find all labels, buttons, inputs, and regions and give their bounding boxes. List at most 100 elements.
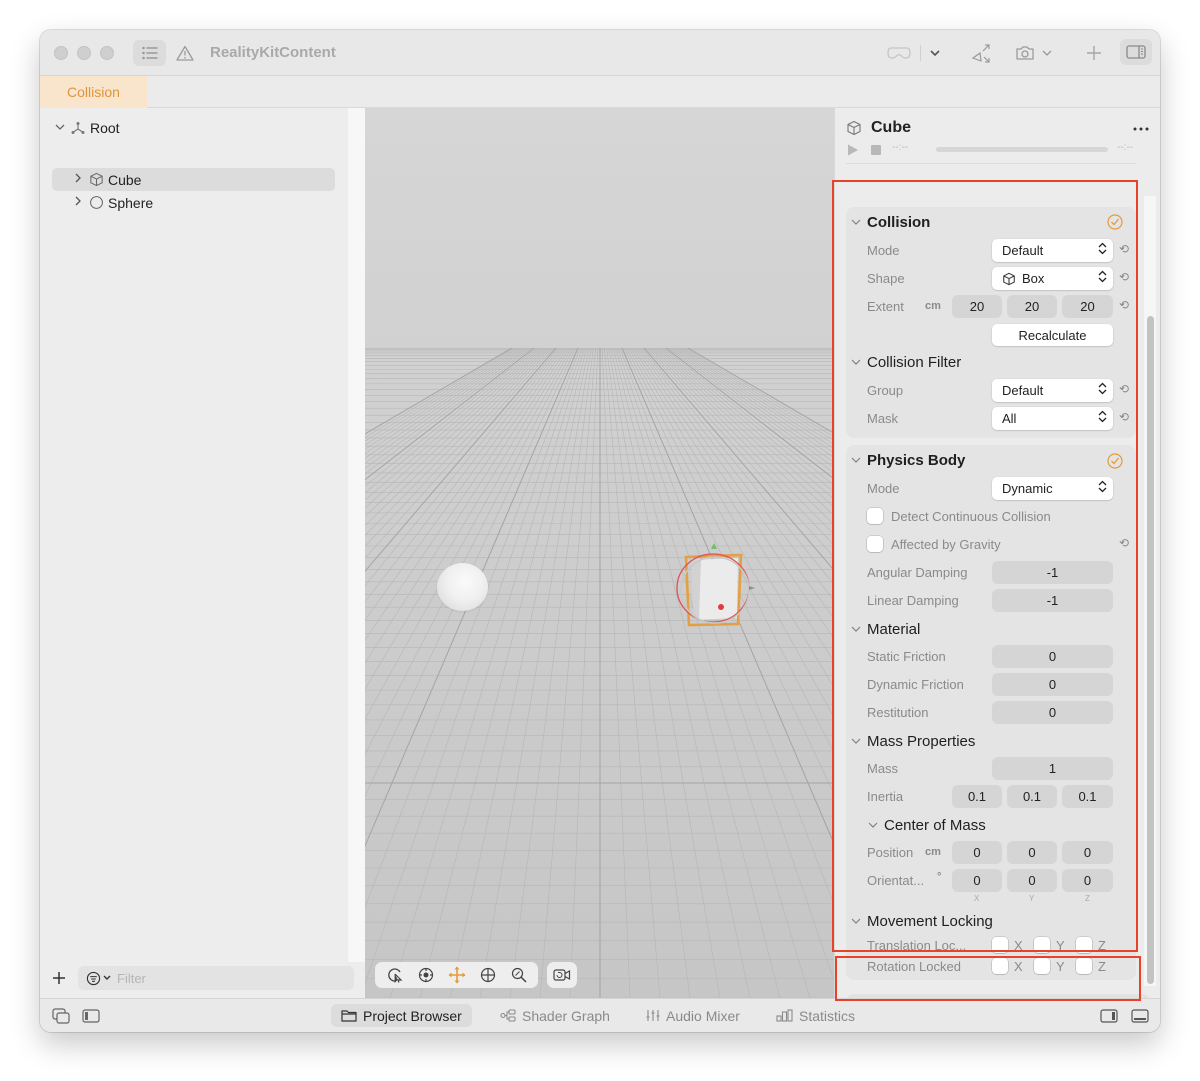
close-window-button[interactable] [54,46,68,60]
transform-button[interactable] [968,40,994,66]
dynamic-friction-field[interactable]: 0 [992,673,1113,696]
filter-options-button[interactable] [86,971,111,986]
scene-viewport[interactable] [365,108,834,998]
tree-item-sphere[interactable]: Sphere [52,191,335,214]
revert-icon[interactable]: ⟲ [1119,270,1129,284]
enabled-check-icon[interactable] [1107,453,1123,469]
revert-icon[interactable]: ⟲ [1119,298,1129,312]
reset-camera-button[interactable] [547,963,577,987]
up-down-chevron-icon [1098,382,1107,395]
select-tool-button[interactable] [379,963,410,987]
collision-mode-popup[interactable]: Default [992,239,1113,262]
warning-button[interactable] [174,42,196,64]
tab-collision[interactable]: Collision [40,76,147,108]
rotation-lock-z-checkbox[interactable] [1076,958,1092,974]
grid-line [661,347,834,493]
position-y-field[interactable]: 0 [1007,841,1057,864]
orientation-y-field[interactable]: 0 [1007,869,1057,892]
revert-icon[interactable]: ⟲ [1119,536,1129,550]
extent-z-field[interactable]: 20 [1062,295,1113,318]
inspector-scrollbar-thumb[interactable] [1147,316,1154,984]
tab-shader-graph[interactable]: Shader Graph [490,1004,620,1027]
zoom-tool-button[interactable] [503,963,534,987]
destination-menu-button[interactable] [927,43,943,63]
position-z-field[interactable]: 0 [1062,841,1113,864]
rotation-lock-x-checkbox[interactable] [992,958,1008,974]
tree-item-root[interactable]: Root [54,116,334,139]
inertia-y-field[interactable]: 0.1 [1007,785,1057,808]
tab-project-browser[interactable]: Project Browser [331,1004,472,1027]
rotation-lock-y-checkbox[interactable] [1034,958,1050,974]
inspector-toggle-button[interactable] [1120,39,1152,65]
left-panel-toggle-button[interactable] [82,1009,100,1026]
angular-damping-field[interactable]: -1 [992,561,1113,584]
orbit-tool-button[interactable] [410,963,441,987]
windows-button[interactable] [52,1008,70,1027]
right-panel-toggle-button[interactable] [1100,1009,1118,1026]
more-options-button[interactable] [1133,118,1149,136]
bottom-panel-toggle-button[interactable] [1131,1009,1149,1026]
translation-lock-z-checkbox[interactable] [1076,937,1092,953]
chevron-down-icon[interactable] [851,918,861,925]
revert-icon[interactable]: ⟲ [1119,242,1129,256]
chevron-down-icon[interactable] [851,738,861,745]
snapshot-button[interactable] [1013,41,1037,65]
revert-icon[interactable]: ⟲ [1119,410,1129,424]
minimize-window-button[interactable] [77,46,91,60]
move-tool-button[interactable] [441,963,472,987]
translation-lock-y-checkbox[interactable] [1034,937,1050,953]
rotate-tool-button[interactable] [472,963,503,987]
tree-item-cube[interactable]: Cube [52,168,335,191]
static-friction-field[interactable]: 0 [992,645,1113,668]
filter-input[interactable] [117,970,317,986]
collision-shape-popup[interactable]: Box [992,267,1113,290]
physics-mode-popup[interactable]: Dynamic [992,477,1113,500]
statistics-icon [776,1009,793,1022]
snapshot-menu-button[interactable] [1040,43,1054,63]
orientation-unit: ° [937,871,942,883]
destination-button[interactable] [885,42,913,64]
detect-continuous-collision-checkbox[interactable] [867,508,883,524]
orientation-x-field[interactable]: 0 [952,869,1002,892]
inertia-z-field[interactable]: 0.1 [1062,785,1113,808]
position-label: Position [867,845,914,860]
sidebar-toggle-button[interactable] [133,40,166,66]
grid-line [610,347,751,998]
position-x-field[interactable]: 0 [952,841,1002,864]
chevron-down-icon[interactable] [851,457,861,464]
zoom-window-button[interactable] [100,46,114,60]
chevron-down-icon[interactable] [54,122,66,134]
timeline-scrubber[interactable] [936,147,1108,152]
inertia-x-field[interactable]: 0.1 [952,785,1002,808]
play-icon[interactable] [847,144,859,156]
stop-icon[interactable] [871,145,881,155]
transform-icon [971,44,990,63]
add-button[interactable] [1083,42,1105,64]
chevron-down-icon[interactable] [868,822,878,829]
tab-statistics[interactable]: Statistics [766,1004,865,1027]
chevron-right-icon[interactable] [72,173,84,186]
extent-y-field[interactable]: 20 [1007,295,1057,318]
sidebar-divider[interactable] [348,108,365,998]
chevron-right-icon[interactable] [72,196,84,209]
tab-audio-mixer[interactable]: Audio Mixer [636,1004,750,1027]
cube-entity[interactable] [665,538,775,638]
linear-damping-field[interactable]: -1 [992,589,1113,612]
chevron-down-icon [103,975,111,980]
sphere-entity[interactable] [437,563,488,611]
revert-icon[interactable]: ⟲ [1119,382,1129,396]
chevron-down-icon[interactable] [851,359,861,366]
recalculate-button[interactable]: Recalculate [992,324,1113,346]
chevron-down-icon[interactable] [851,219,861,226]
affected-by-gravity-checkbox[interactable] [867,536,883,552]
orientation-z-field[interactable]: 0 [1062,869,1113,892]
add-entity-button[interactable] [52,968,70,988]
collision-mask-popup[interactable]: All [992,407,1113,430]
translation-lock-x-checkbox[interactable] [992,937,1008,953]
mass-field[interactable]: 1 [992,757,1113,780]
collision-group-popup[interactable]: Default [992,379,1113,402]
chevron-down-icon[interactable] [851,626,861,633]
extent-x-field[interactable]: 20 [952,295,1002,318]
restitution-field[interactable]: 0 [992,701,1113,724]
enabled-check-icon[interactable] [1107,214,1123,230]
